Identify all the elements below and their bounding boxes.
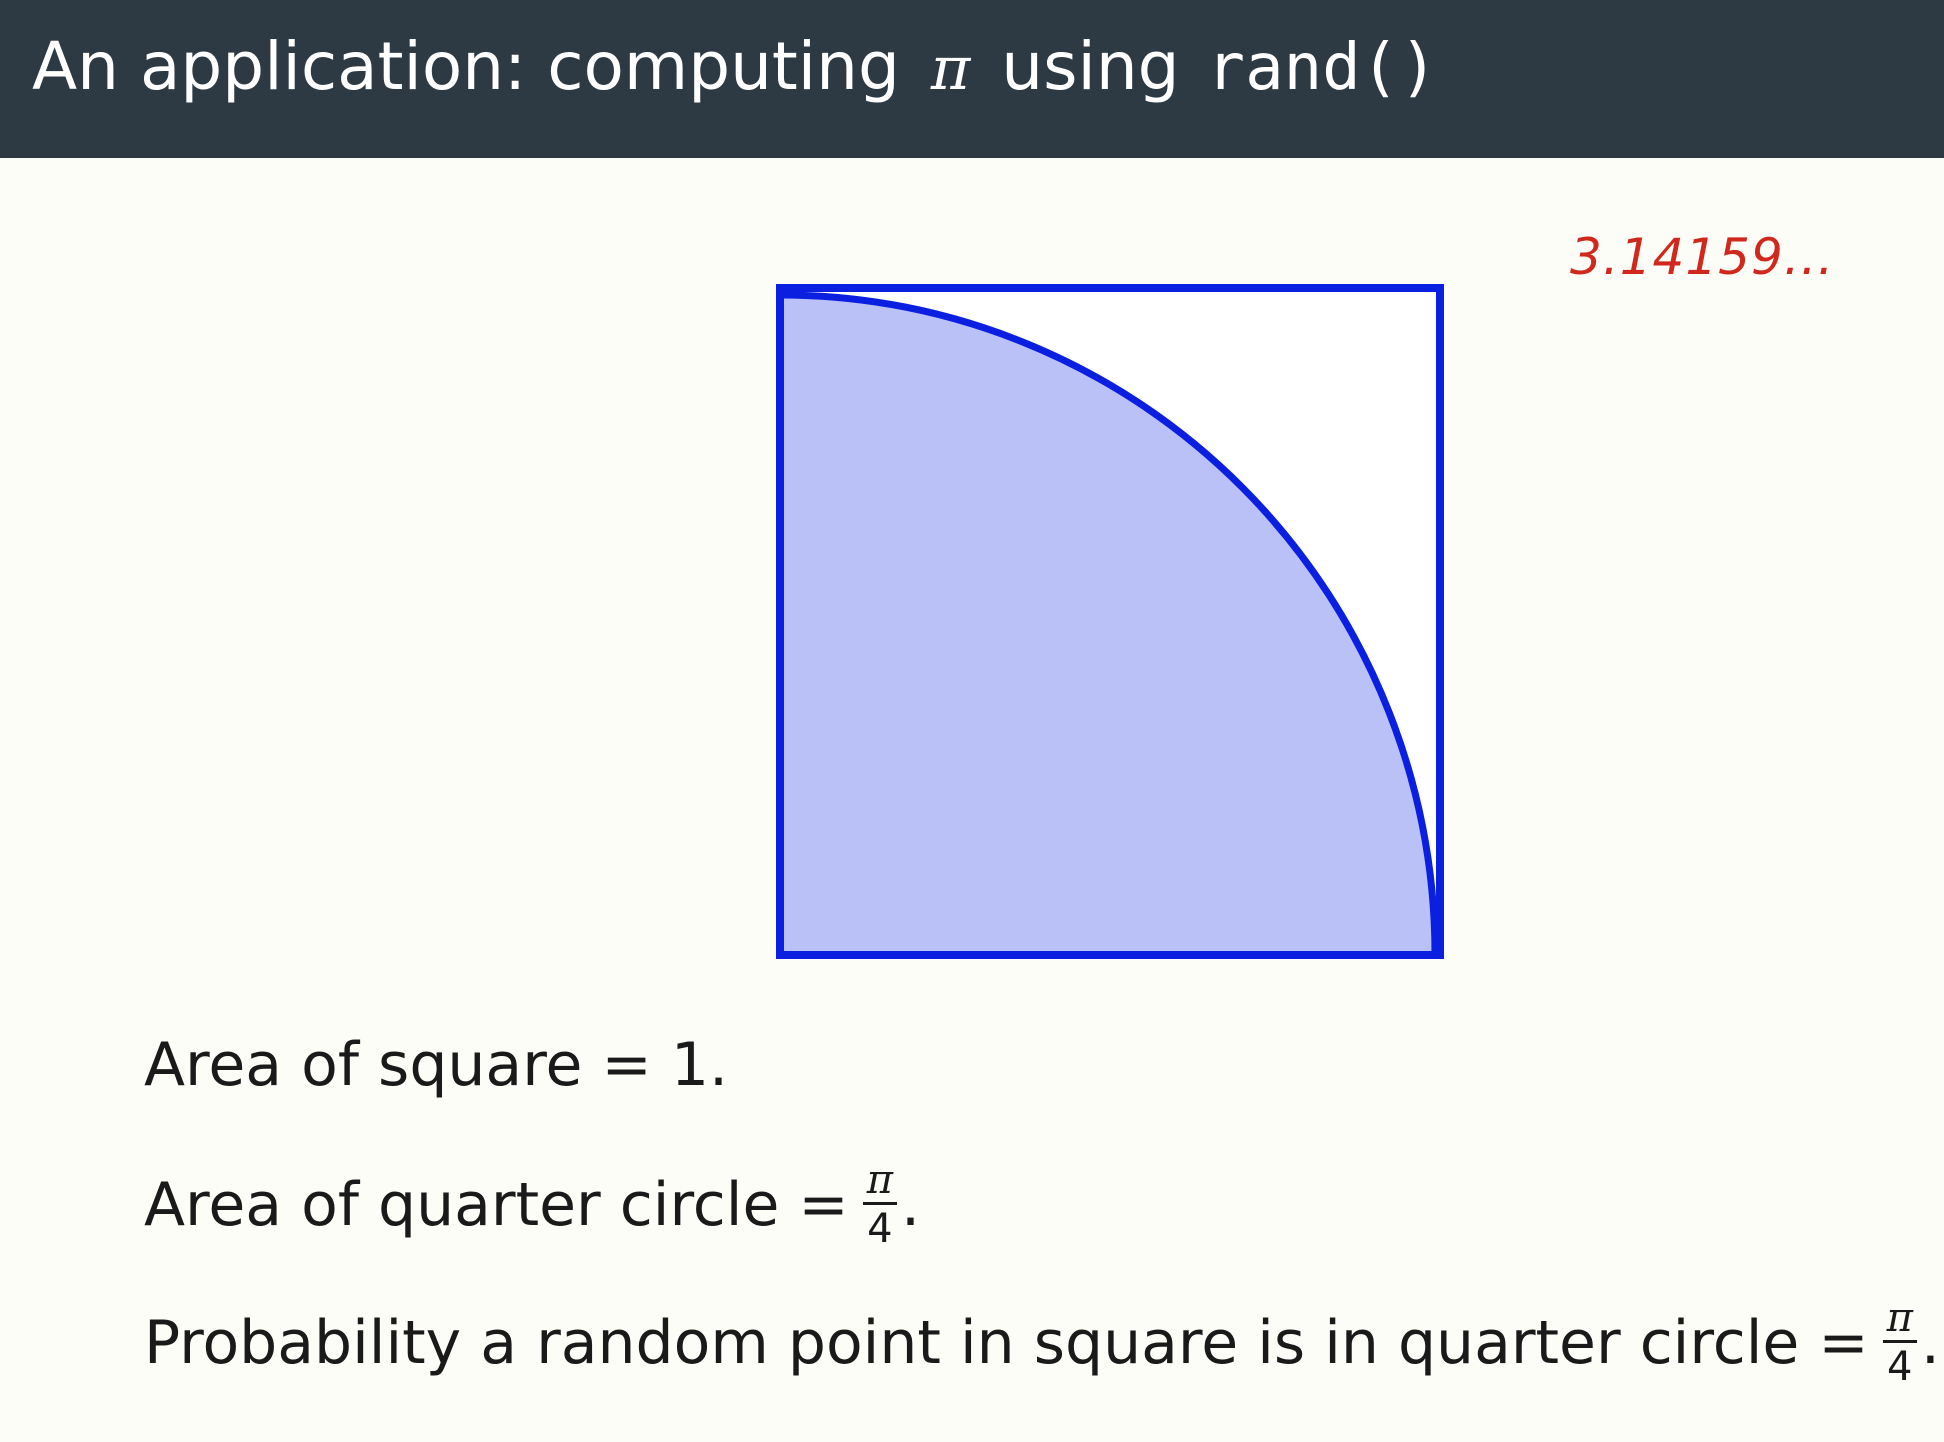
title-pi-symbol: π xyxy=(930,34,971,104)
fraction-denominator: 4 xyxy=(1887,1344,1913,1390)
fraction-pi-over-4: π 4 xyxy=(1882,1298,1917,1390)
slide: An application: computing π using rand()… xyxy=(0,0,1944,1442)
fraction-numerator: π xyxy=(862,1160,898,1205)
fraction-pi-over-4: π 4 xyxy=(862,1160,898,1252)
title-bar: An application: computing π using rand() xyxy=(0,0,1944,158)
title-mid-text: using xyxy=(1001,28,1180,105)
sentence-end: . xyxy=(901,1169,921,1240)
probability-text: Probability a random point in square is … xyxy=(144,1307,1869,1378)
probability-line: Probability a random point in square is … xyxy=(144,1298,1940,1387)
area-square-text: Area of square = 1. xyxy=(144,1030,729,1100)
slide-title: An application: computing π using rand() xyxy=(32,24,1438,112)
fraction-numerator: π xyxy=(1882,1298,1917,1343)
area-square-line: Area of square = 1. xyxy=(144,1030,728,1100)
fraction-denominator: 4 xyxy=(867,1206,893,1252)
sentence-end: . xyxy=(1920,1307,1940,1378)
title-code: rand() xyxy=(1206,31,1438,105)
area-quarter-circle-line: Area of quarter circle = π 4 . xyxy=(144,1160,920,1249)
handwritten-annotation: 3.14159... xyxy=(1570,228,1835,286)
title-text: An application: computing xyxy=(32,28,900,105)
area-quarter-circle-text: Area of quarter circle = xyxy=(144,1169,849,1240)
quarter-circle-figure xyxy=(776,284,1444,959)
